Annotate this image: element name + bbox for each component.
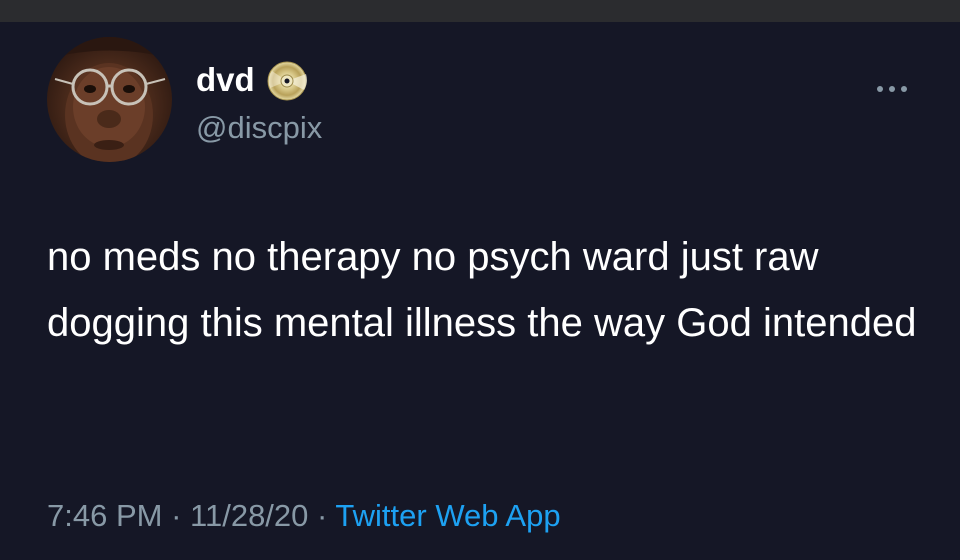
tweet-meta: 7:46 PM · 11/28/20 · Twitter Web App (47, 496, 561, 536)
meta-separator: · (317, 498, 328, 533)
user-handle[interactable]: @discpix (196, 110, 322, 146)
top-bar (0, 0, 960, 22)
tweet-text: no meds no therapy no psych ward just ra… (47, 235, 917, 345)
avatar[interactable] (47, 37, 172, 162)
tweet-time[interactable]: 7:46 PM (47, 498, 162, 533)
tweet-date[interactable]: 11/28/20 (190, 498, 308, 533)
tweet-card: dvd @discpix no meds no therapy no psych… (0, 22, 960, 560)
dvd-disc-icon (266, 60, 308, 102)
display-name[interactable]: dvd (196, 60, 255, 100)
tweet-source-link[interactable]: Twitter Web App (335, 498, 560, 533)
meta-separator: · (171, 498, 182, 533)
more-options-icon[interactable] (872, 82, 912, 96)
